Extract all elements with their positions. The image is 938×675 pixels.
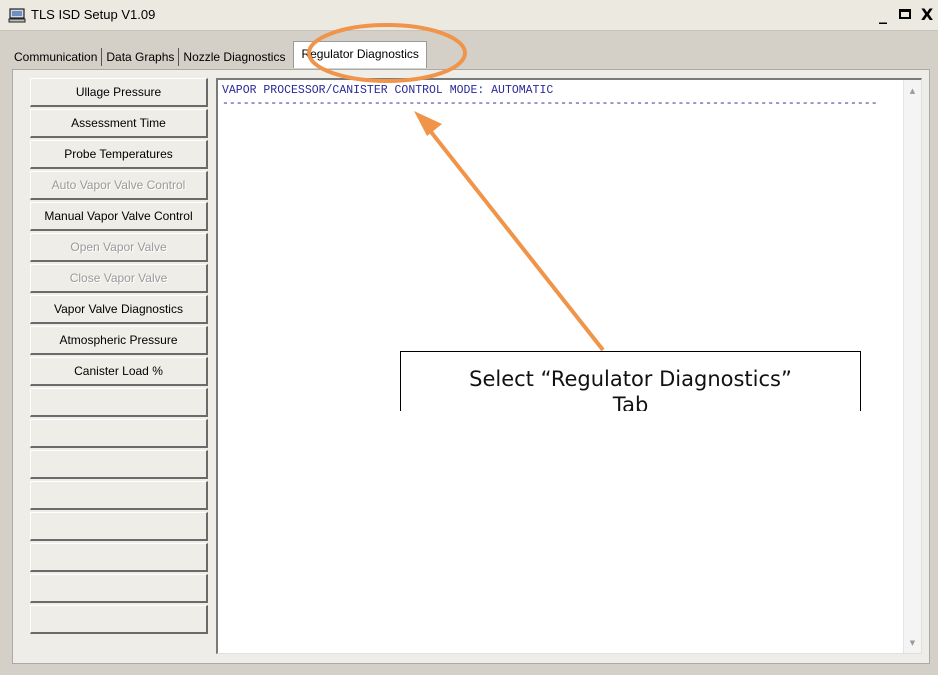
tab-nozzle-diagnostics[interactable]: Nozzle Diagnostics [179, 46, 289, 68]
tab-communication[interactable]: Communication [10, 46, 101, 68]
computer-icon [8, 8, 26, 23]
button-probe-temperatures[interactable]: Probe Temperatures [30, 140, 208, 169]
button-open-vapor-valve[interactable]: Open Vapor Valve [30, 233, 208, 262]
callout-text-line2: Tab [612, 393, 649, 411]
callout-text: Select “Regulator Diagnostics” [469, 367, 792, 391]
minimize-button[interactable]: _ [872, 4, 894, 24]
button-atmospheric-pressure[interactable]: Atmospheric Pressure [30, 326, 208, 355]
button-empty-12[interactable] [30, 419, 208, 448]
button-empty-15[interactable] [30, 512, 208, 541]
close-button[interactable]: X [916, 4, 938, 24]
button-ullage-pressure[interactable]: Ullage Pressure [30, 78, 208, 107]
button-empty-18[interactable] [30, 605, 208, 634]
button-canister-load[interactable]: Canister Load % [30, 357, 208, 386]
title-bar: TLS ISD Setup V1.09 _ X [0, 0, 938, 31]
button-empty-14[interactable] [30, 481, 208, 510]
scroll-down-arrow-icon[interactable]: ▼ [904, 634, 921, 651]
button-close-vapor-valve[interactable]: Close Vapor Valve [30, 264, 208, 293]
button-empty-11[interactable] [30, 388, 208, 417]
vertical-scrollbar[interactable]: ▲ ▼ [903, 80, 921, 653]
tab-regulator-diagnostics[interactable]: Regulator Diagnostics [293, 41, 427, 68]
button-assessment-time[interactable]: Assessment Time [30, 109, 208, 138]
button-empty-17[interactable] [30, 574, 208, 603]
button-empty-16[interactable] [30, 543, 208, 572]
window-title: TLS ISD Setup V1.09 [31, 7, 156, 22]
maximize-button[interactable] [894, 4, 916, 24]
output-line-mode: VAPOR PROCESSOR/CANISTER CONTROL MODE: A… [222, 84, 554, 97]
output-line-separator: ----------------------------------------… [222, 97, 878, 110]
window-controls: _ X [872, 4, 938, 24]
tab-strip: Communication Data Graphs Nozzle Diagnos… [10, 41, 427, 68]
button-vapor-valve-diagnostics[interactable]: Vapor Valve Diagnostics [30, 295, 208, 324]
tab-data-graphs[interactable]: Data Graphs [102, 46, 178, 68]
scroll-up-arrow-icon[interactable]: ▲ [904, 82, 921, 99]
maximize-icon [899, 9, 911, 19]
output-content: VAPOR PROCESSOR/CANISTER CONTROL MODE: A… [222, 84, 882, 110]
annotation-callout: Select “Regulator Diagnostics” Tab [400, 351, 861, 411]
button-empty-13[interactable] [30, 450, 208, 479]
app-window: TLS ISD Setup V1.09 _ X Communication Da… [0, 0, 938, 675]
button-auto-vapor-valve-control[interactable]: Auto Vapor Valve Control [30, 171, 208, 200]
button-manual-vapor-valve-control[interactable]: Manual Vapor Valve Control [30, 202, 208, 231]
command-button-column: Ullage Pressure Assessment Time Probe Temp… [30, 78, 208, 636]
